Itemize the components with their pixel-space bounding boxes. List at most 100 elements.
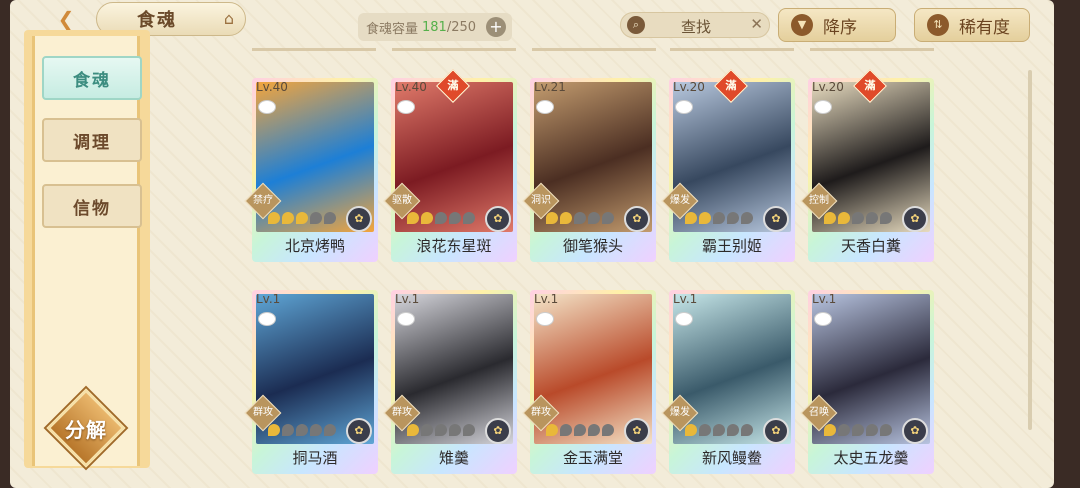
star-pip xyxy=(463,212,475,224)
star-rating xyxy=(546,424,614,436)
star-pip xyxy=(435,424,447,436)
soul-card[interactable]: Lv.1 群攻 ✿ 金玉满堂 xyxy=(522,290,656,474)
soul-card[interactable]: Lv.40 滿驱散 ✿ 浪花东星斑 xyxy=(383,69,517,262)
star-pip xyxy=(685,212,697,224)
swap-icon: ⇅ xyxy=(927,14,949,36)
element-icon: ✿ xyxy=(763,206,789,232)
sidebar-item-conditioning[interactable]: 调理 xyxy=(42,118,142,162)
row-divider xyxy=(252,48,376,51)
star-pip xyxy=(407,424,419,436)
plate-icon xyxy=(397,312,415,326)
star-pip xyxy=(699,212,711,224)
star-pip xyxy=(560,212,572,224)
search-field[interactable]: ⌕ 查找 ✕ xyxy=(620,12,770,38)
star-pip xyxy=(824,212,836,224)
card-name: 北京烤鸭 xyxy=(284,237,345,255)
star-pip xyxy=(741,212,753,224)
star-pip xyxy=(421,212,433,224)
plate-icon xyxy=(258,312,276,326)
star-pip xyxy=(880,212,892,224)
sidebar-item-souls[interactable]: 食魂 xyxy=(42,56,142,100)
card-level: Lv.21 xyxy=(534,80,566,94)
role-label: 控制 xyxy=(809,195,829,206)
decompose-label: 分解 xyxy=(65,418,107,442)
star-pip xyxy=(685,424,697,436)
card-level: Lv.40 xyxy=(395,80,427,94)
star-rating xyxy=(685,424,753,436)
star-pip xyxy=(588,424,600,436)
star-pip xyxy=(727,424,739,436)
sidebar-item-tokens[interactable]: 信物 xyxy=(42,184,142,228)
star-rating xyxy=(268,424,336,436)
star-pip xyxy=(421,424,433,436)
sort-arrow-icon: ▼ xyxy=(791,14,813,36)
plate-icon xyxy=(814,100,832,114)
star-pip xyxy=(546,212,558,224)
star-pip xyxy=(310,424,322,436)
scrollbar[interactable] xyxy=(1028,70,1032,430)
search-label: 查找 xyxy=(681,18,712,36)
rarity-sort-label: 稀有度 xyxy=(959,17,1010,38)
decompose-button[interactable]: 分解 xyxy=(46,388,126,468)
capacity-display: 食魂容量 181 /250 + xyxy=(358,13,512,41)
soul-card[interactable]: Lv.1 群攻 ✿ 雉羹 xyxy=(383,290,517,474)
soul-card[interactable]: Lv.20 滿爆发 ✿ 霸王别姬 xyxy=(661,69,795,262)
role-label: 群攻 xyxy=(392,407,412,418)
clear-icon[interactable]: ✕ xyxy=(750,15,763,33)
plate-icon xyxy=(675,312,693,326)
star-rating xyxy=(268,212,336,224)
star-pip xyxy=(574,212,586,224)
element-icon: ✿ xyxy=(902,418,928,444)
star-rating xyxy=(685,212,753,224)
sort-order-button[interactable]: ▼ 降序 xyxy=(778,8,896,42)
card-level: Lv.1 xyxy=(673,292,698,306)
role-label: 爆发 xyxy=(670,195,690,206)
star-pip xyxy=(699,424,711,436)
soul-card[interactable]: Lv.21 洞识 ✿ 御笔猴头 xyxy=(522,78,656,262)
star-pip xyxy=(435,212,447,224)
star-pip xyxy=(602,212,614,224)
card-level: Lv.1 xyxy=(534,292,559,306)
card-name: 浪花东星斑 xyxy=(416,237,492,255)
star-pip xyxy=(574,424,586,436)
row-divider xyxy=(670,48,794,51)
element-icon: ✿ xyxy=(763,418,789,444)
soul-card[interactable]: Lv.1 召唤 ✿ 太史五龙羹 xyxy=(800,290,934,474)
star-pip xyxy=(866,424,878,436)
plate-icon xyxy=(258,100,276,114)
row-divider xyxy=(532,48,656,51)
star-pip xyxy=(296,424,308,436)
card-level: Lv.1 xyxy=(256,292,281,306)
soul-card[interactable]: Lv.20 滿控制 ✿ 天香白糞 xyxy=(800,69,934,262)
element-icon: ✿ xyxy=(346,206,372,232)
soul-card[interactable]: Lv.1 群攻 ✿ 挏马酒 xyxy=(244,290,378,474)
star-pip xyxy=(602,424,614,436)
role-label: 召唤 xyxy=(809,407,829,418)
star-pip xyxy=(310,212,322,224)
element-icon: ✿ xyxy=(485,206,511,232)
star-rating xyxy=(407,212,475,224)
capacity-current: 181 xyxy=(422,19,447,35)
card-level: Lv.1 xyxy=(812,292,837,306)
star-pip xyxy=(296,212,308,224)
plate-icon xyxy=(397,100,415,114)
star-pip xyxy=(449,212,461,224)
card-level: Lv.40 xyxy=(256,80,288,94)
star-rating xyxy=(824,212,892,224)
element-icon: ✿ xyxy=(346,418,372,444)
star-pip xyxy=(282,424,294,436)
add-capacity-button[interactable]: + xyxy=(486,17,506,37)
soul-card[interactable]: Lv.40 禁疗 ✿ 北京烤鸭 xyxy=(244,78,378,262)
role-label: 爆发 xyxy=(670,407,690,418)
star-pip xyxy=(852,424,864,436)
star-rating xyxy=(824,424,892,436)
card-level: Lv.20 xyxy=(812,80,844,94)
star-pip xyxy=(463,424,475,436)
star-pip xyxy=(324,424,336,436)
star-pip xyxy=(727,212,739,224)
element-icon: ✿ xyxy=(902,206,928,232)
soul-card[interactable]: Lv.1 爆发 ✿ 新风鳗鲞 xyxy=(661,290,795,474)
home-icon[interactable]: ⌂ xyxy=(218,8,240,30)
star-pip xyxy=(324,212,336,224)
rarity-sort-button[interactable]: ⇅ 稀有度 xyxy=(914,8,1030,42)
